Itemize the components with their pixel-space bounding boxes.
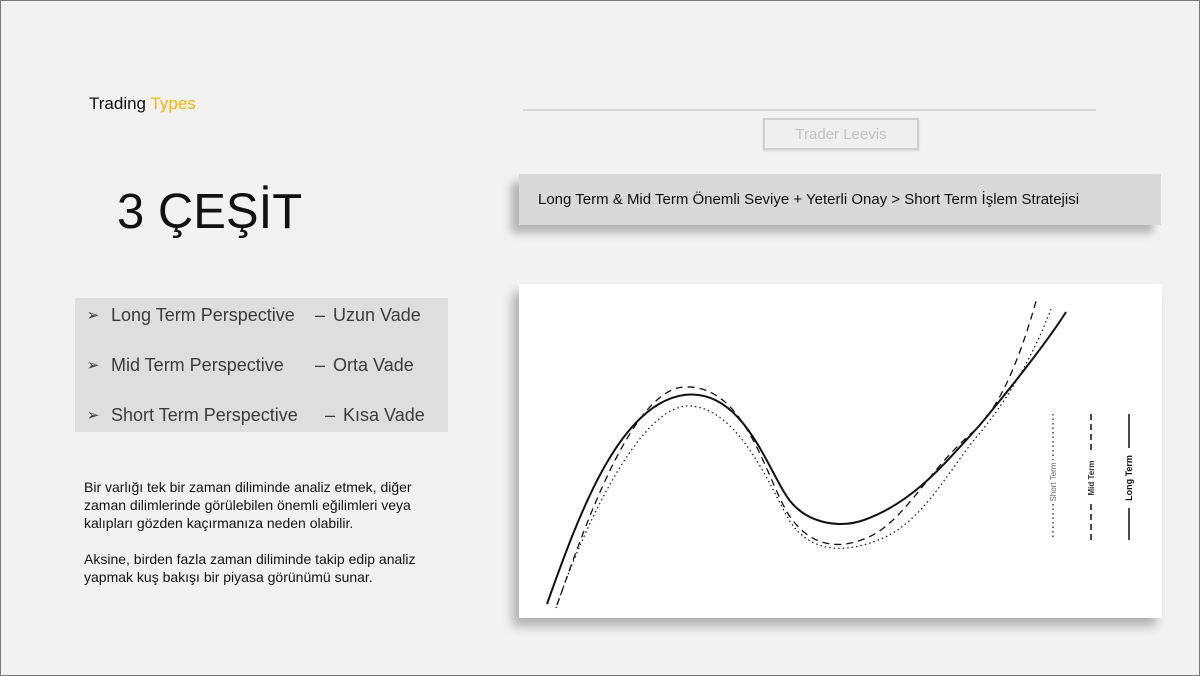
legend-long-label: Long Term	[1124, 455, 1134, 501]
multi-timeframe-chart: Short Term Mid Term Long Term	[519, 284, 1162, 618]
description: Bir varlığı tek bir zaman diliminde anal…	[84, 478, 444, 586]
long-term-curve	[546, 311, 1067, 605]
perspective-turkish: Orta Vade	[333, 354, 414, 375]
arrow-bullet-icon: ➢	[86, 407, 100, 424]
perspective-turkish: Kısa Vade	[343, 404, 425, 425]
slide-title-prefix: Trading	[89, 94, 147, 113]
perspective-dash: –	[325, 404, 336, 425]
perspective-term: Short Term Perspective	[111, 404, 298, 425]
perspective-list: ➢ Long Term Perspective – Uzun Vade ➢ Mi…	[75, 298, 448, 432]
arrow-bullet-icon: ➢	[86, 357, 100, 374]
description-paragraph-2: Aksine, birden fazla zaman diliminde tak…	[84, 551, 416, 585]
main-heading: 3 ÇEŞİT	[117, 185, 303, 239]
perspective-dash: –	[315, 304, 326, 325]
description-paragraph-1: Bir varlığı tek bir zaman diliminde anal…	[84, 479, 412, 531]
legend-mid-label: Mid Term	[1087, 461, 1096, 496]
brand-label: Trader Leevis	[763, 118, 919, 150]
perspective-item-mid: ➢ Mid Term Perspective – Orta Vade	[75, 348, 448, 382]
brand-label-text: Trader Leevis	[795, 125, 887, 143]
short-term-curve	[555, 308, 1052, 609]
perspective-dash: –	[315, 354, 326, 375]
perspective-term: Long Term Perspective	[111, 304, 295, 325]
perspective-item-long: ➢ Long Term Perspective – Uzun Vade	[75, 298, 448, 332]
perspective-item-short: ➢ Short Term Perspective – Kısa Vade	[75, 398, 448, 432]
header-divider	[523, 109, 1096, 111]
chart-canvas: Short Term Mid Term Long Term	[546, 297, 1134, 609]
slide-title-accent: Types	[150, 94, 196, 113]
perspective-turkish: Uzun Vade	[333, 304, 421, 325]
strategy-banner-text: Long Term & Mid Term Önemli Seviye + Yet…	[538, 191, 1080, 208]
strategy-banner: Long Term & Mid Term Önemli Seviye + Yet…	[519, 174, 1161, 225]
legend-short-label: Short Term	[1049, 462, 1058, 501]
slide-title: Trading Types	[89, 94, 196, 114]
arrow-bullet-icon: ➢	[86, 307, 100, 324]
perspective-term: Mid Term Perspective	[111, 354, 284, 375]
